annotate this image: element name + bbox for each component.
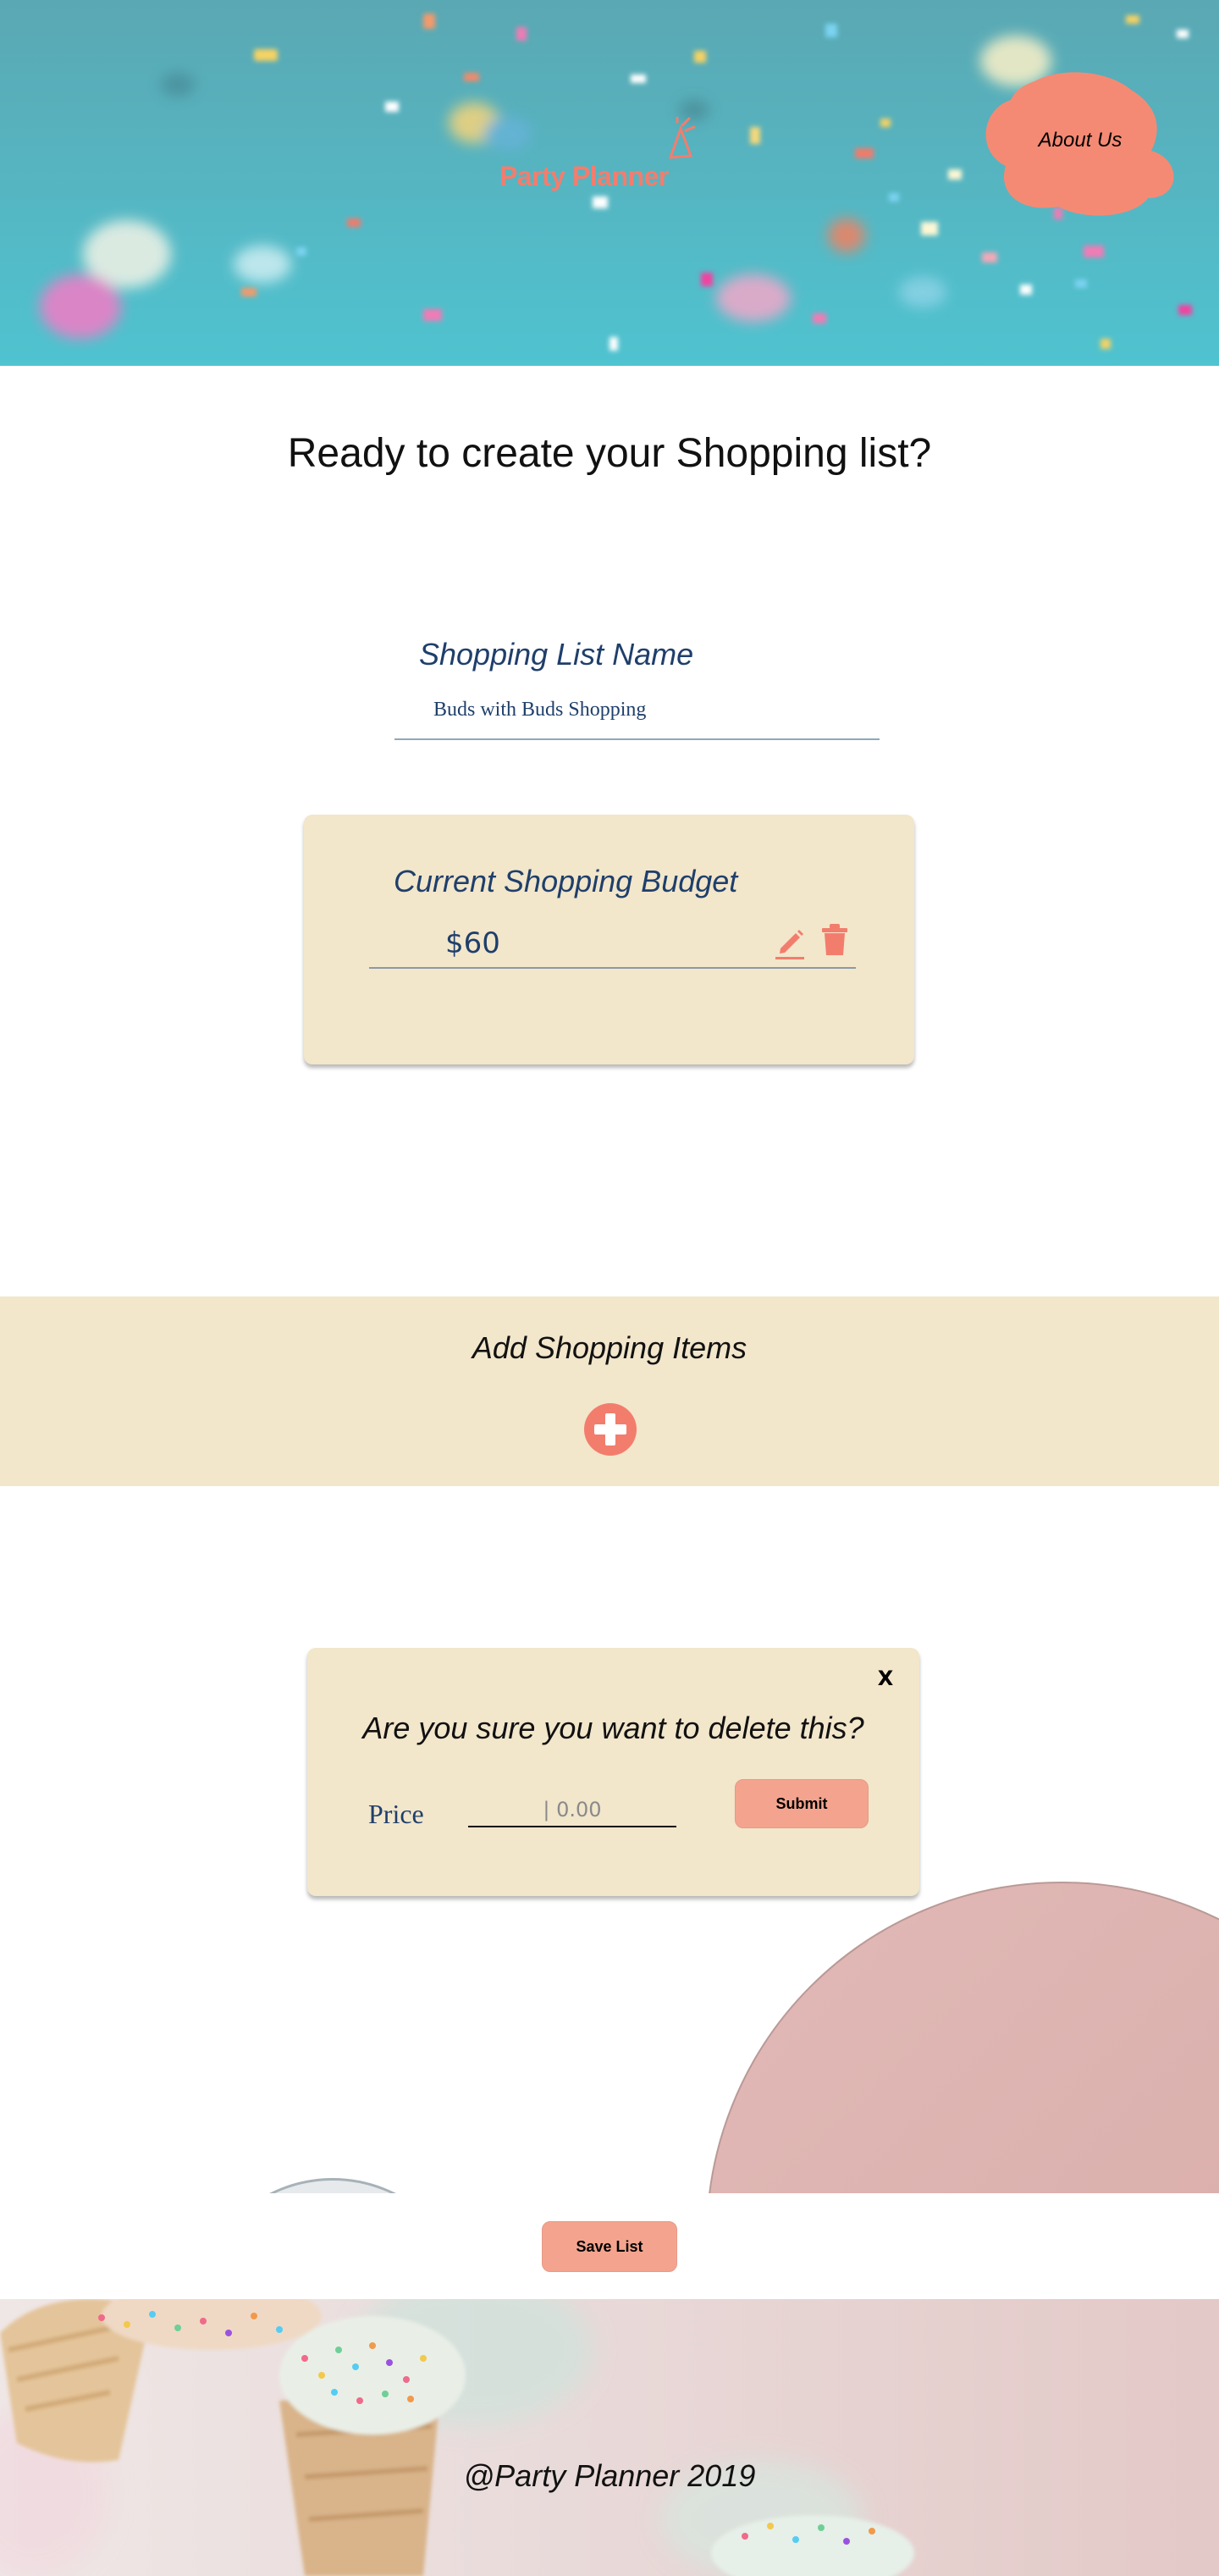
list-name-underline [394,738,880,740]
party-popper-icon [668,117,696,159]
budget-value: $60 [445,926,500,960]
add-items-title: Add Shopping Items [472,1330,747,1365]
budget-title: Current Shopping Budget [394,864,738,898]
price-input[interactable] [468,1794,676,1827]
add-items-section: Add Shopping Items [0,1296,1219,1486]
list-name-input[interactable]: Buds with Buds Shopping [433,699,646,721]
cupcakes-background [0,2299,914,2576]
save-list-button[interactable]: Save List [542,2221,677,2272]
delete-confirm-message: Are you sure you want to delete this? [362,1711,864,1745]
decorative-circle-large [706,1882,1219,2193]
list-name-label: Shopping List Name [419,637,694,672]
price-label: Price [368,1799,424,1829]
page-title: Ready to create your Shopping list? [287,431,932,476]
brand-title[interactable]: Party Planner [499,161,669,192]
decorative-circle-small [193,2178,472,2193]
submit-button[interactable]: Submit [735,1779,869,1828]
budget-underline [369,967,856,969]
close-icon[interactable]: X [874,1667,897,1692]
footer: @Party Planner 2019 [0,2299,1219,2576]
plus-circle-icon[interactable] [584,1403,637,1456]
hero-banner: Party Planner About Us [0,0,1219,366]
footer-copyright: @Party Planner 2019 [463,2458,756,2493]
pencil-icon[interactable] [774,923,806,960]
about-us-link[interactable]: About Us [982,129,1178,152]
decorative-circles [0,1863,1219,2193]
trash-icon[interactable] [819,921,850,959]
budget-card: Current Shopping Budget $60 [304,815,914,1064]
delete-dialog: X Are you sure you want to delete this? … [307,1648,919,1896]
